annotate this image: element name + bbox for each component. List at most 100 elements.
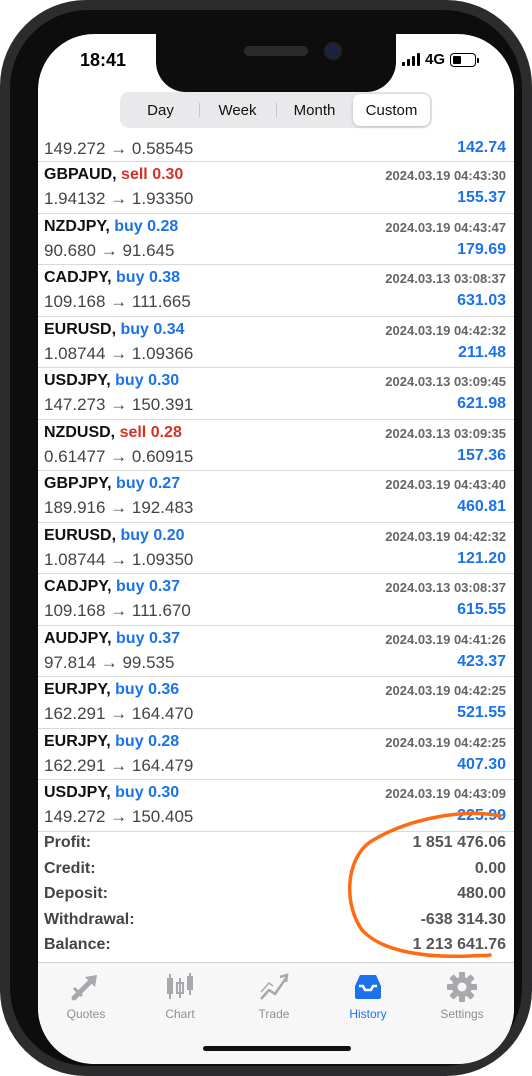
- period-tab-week[interactable]: Week: [199, 94, 276, 126]
- trade-profit: 460.81: [457, 498, 506, 515]
- trade-row[interactable]: NZDJPY, buy 0.28 2024.03.19 04:43:47 90.68…: [38, 214, 514, 265]
- tab-trade[interactable]: Trade: [229, 971, 319, 1021]
- trade-title: NZDUSD, sell 0.28: [44, 424, 182, 442]
- trade-row[interactable]: GBPAUD, sell 0.30 2024.03.19 04:43:30 1.94…: [38, 162, 514, 214]
- trade-symbol: EURUSD,: [44, 320, 117, 338]
- trade-datetime: 2024.03.19 04:42:32: [385, 322, 506, 338]
- trade-title: EURJPY, buy 0.36: [44, 681, 179, 699]
- trade-side: buy: [115, 681, 144, 698]
- account-summary: Profit: 1 851 476.06 Credit: 0.00 Deposit: 48…: [38, 831, 514, 959]
- home-indicator[interactable]: [203, 1046, 351, 1051]
- phone-bezel: 18:41 4G Day Week Month Custom 149.272 →…: [10, 10, 522, 1066]
- gear-icon: [447, 972, 477, 1002]
- trade-row[interactable]: AUDJPY, buy 0.37 2024.03.19 04:41:26 97.81…: [38, 626, 514, 677]
- silent-switch: [0, 176, 4, 206]
- trade-profit: 142.74: [457, 139, 506, 156]
- period-tab-day[interactable]: Day: [122, 94, 199, 126]
- trade-symbol: USDJPY,: [44, 784, 111, 801]
- trade-row-partial[interactable]: 149.272 → 0.58545 142.74: [38, 138, 514, 162]
- trade-title: GBPAUD, sell 0.30: [44, 166, 183, 184]
- trade-row[interactable]: EURUSD, buy 0.34 2024.03.19 04:42:32 1.087…: [38, 317, 514, 368]
- trade-row[interactable]: USDJPY, buy 0.30 2024.03.19 04:43:09 149.2…: [38, 780, 514, 832]
- trade-title: CADJPY, buy 0.37: [44, 578, 180, 596]
- summary-value: 480.00: [457, 885, 506, 902]
- trade-direction: buy 0.30: [115, 372, 179, 389]
- trade-side: buy: [116, 629, 145, 647]
- trade-row[interactable]: EURJPY, buy 0.36 2024.03.19 04:42:25 162.2…: [38, 677, 514, 729]
- trade-symbol: NZDUSD,: [44, 423, 116, 441]
- trade-direction: buy 0.20: [120, 527, 184, 544]
- history-inbox-icon: [355, 975, 381, 999]
- quotes-icon: [71, 975, 97, 1001]
- trade-volume: 0.28: [147, 217, 179, 235]
- trade-datetime: 2024.03.19 04:42:25: [385, 734, 506, 750]
- trade-row[interactable]: NZDUSD, sell 0.28 2024.03.13 03:09:35 0.61…: [38, 420, 514, 471]
- tab-quotes[interactable]: Quotes: [41, 971, 131, 1021]
- trade-symbol: EURJPY,: [44, 681, 111, 698]
- trade-side: buy: [116, 578, 145, 595]
- trade-history-list[interactable]: 149.272 → 0.58545 142.74 GBPAUD, sell 0.…: [38, 138, 514, 832]
- summary-label: Credit:: [44, 859, 96, 877]
- tab-trade-label: Trade: [258, 1007, 290, 1021]
- battery-icon: [450, 52, 479, 67]
- trade-prices: 149.272 → 150.405: [44, 807, 194, 826]
- phone-frame: 18:41 4G Day Week Month Custom 149.272 →…: [0, 0, 532, 1076]
- period-tab-custom[interactable]: Custom: [353, 94, 430, 126]
- trade-row[interactable]: CADJPY, buy 0.38 2024.03.13 03:08:37 109.1…: [38, 265, 514, 317]
- trade-title: NZDJPY, buy 0.28: [44, 218, 178, 236]
- summary-label: Profit:: [44, 834, 92, 851]
- trade-prices: 90.680 → 91.645: [44, 240, 175, 260]
- trade-prices: 162.291 → 164.470: [44, 704, 194, 723]
- trade-profit: 423.37: [457, 652, 506, 670]
- trade-datetime: 2024.03.19 04:43:09: [385, 786, 506, 801]
- trade-symbol: GBPAUD,: [44, 166, 117, 183]
- summary-row: Profit: 1 851 476.06: [38, 831, 514, 857]
- trade-row[interactable]: EURUSD, buy 0.20 2024.03.19 04:42:32 1.087…: [38, 523, 514, 574]
- trade-direction: buy 0.34: [120, 321, 184, 338]
- volume-up-button: [0, 236, 4, 296]
- trade-direction: buy 0.38: [116, 269, 180, 286]
- power-button: [528, 262, 532, 354]
- trade-datetime: 2024.03.19 04:43:30: [385, 168, 506, 183]
- trade-datetime: 2024.03.19 04:42:32: [385, 528, 506, 544]
- trade-side: buy: [116, 475, 145, 492]
- trade-volume: 0.37: [148, 578, 181, 595]
- trade-symbol: NZDJPY,: [44, 217, 110, 235]
- trade-datetime: 2024.03.13 03:08:37: [385, 271, 506, 286]
- tab-chart[interactable]: Chart: [135, 971, 225, 1021]
- trade-row[interactable]: USDJPY, buy 0.30 2024.03.13 03:09:45 147.2…: [38, 368, 514, 420]
- trade-symbol: CADJPY,: [44, 578, 112, 595]
- tab-history-label: History: [349, 1007, 387, 1021]
- trade-profit: 615.55: [457, 601, 506, 618]
- trade-title: EURUSD, buy 0.20: [44, 527, 185, 545]
- summary-label: Balance:: [44, 936, 111, 953]
- trade-volume: 0.20: [153, 526, 185, 544]
- period-segmented-control: Day Week Month Custom: [120, 92, 432, 128]
- trade-title: USDJPY, buy 0.30: [44, 372, 179, 390]
- trade-symbol: EURUSD,: [44, 526, 117, 544]
- summary-value: 1 213 641.76: [412, 936, 506, 953]
- trade-symbol: GBPJPY,: [44, 475, 112, 492]
- trade-side: buy: [115, 732, 144, 750]
- signal-icon: [401, 53, 420, 66]
- summary-row: Balance: 1 213 641.76: [38, 933, 514, 959]
- trade-row[interactable]: EURJPY, buy 0.28 2024.03.19 04:42:25 162.2…: [38, 729, 514, 780]
- trade-direction: buy 0.28: [115, 733, 179, 750]
- trade-direction: buy 0.37: [116, 578, 180, 595]
- trade-profit: 521.55: [457, 704, 506, 721]
- trade-volume: 0.28: [150, 423, 182, 441]
- trade-title: GBPJPY, buy 0.27: [44, 475, 180, 493]
- trade-volume: 0.37: [148, 629, 181, 647]
- period-tab-month[interactable]: Month: [276, 94, 353, 126]
- summary-value: 1 851 476.06: [412, 834, 506, 851]
- trade-symbol: EURJPY,: [44, 732, 111, 750]
- trade-row[interactable]: CADJPY, buy 0.37 2024.03.13 03:08:37 109.1…: [38, 574, 514, 626]
- trade-datetime: 2024.03.19 04:41:26: [385, 631, 506, 647]
- screen: 18:41 4G Day Week Month Custom 149.272 →…: [38, 34, 514, 1064]
- trade-row[interactable]: GBPJPY, buy 0.27 2024.03.19 04:43:40 189.9…: [38, 471, 514, 523]
- trade-prices: 109.168 → 111.665: [44, 292, 191, 311]
- tab-history[interactable]: History: [323, 971, 413, 1021]
- tab-settings[interactable]: Settings: [417, 971, 507, 1021]
- status-time: 18:41: [80, 50, 127, 70]
- trade-side: buy: [120, 526, 149, 544]
